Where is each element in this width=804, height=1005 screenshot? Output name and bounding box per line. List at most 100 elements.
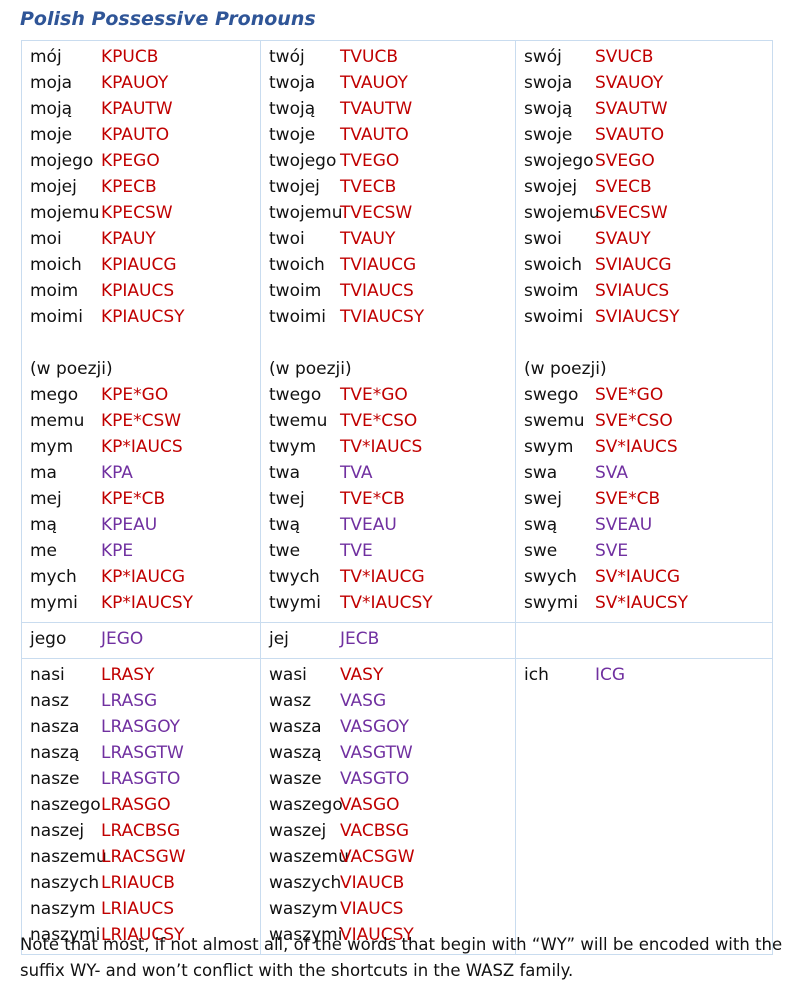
pronoun-word: waszych xyxy=(269,873,342,893)
list-item: nasze LRASGTO xyxy=(30,766,260,792)
steno-code: SVE xyxy=(595,541,629,561)
list-item: nasi LRASY xyxy=(30,662,260,688)
pronoun-word: twojego xyxy=(269,151,337,171)
steno-code: KPE*GO xyxy=(101,385,169,405)
steno-code: SVECB xyxy=(595,177,652,197)
steno-code: KP*IAUCS xyxy=(101,437,183,457)
steno-code: TVAUY xyxy=(340,229,396,249)
list-item: swoje SVAUTO xyxy=(524,122,772,148)
steno-code: SVECSW xyxy=(595,203,668,223)
steno-code: SV*IAUCSY xyxy=(595,593,689,613)
steno-code: KPA xyxy=(101,463,133,483)
list-item: swe SVE xyxy=(524,538,772,564)
steno-code: TVEGO xyxy=(340,151,400,171)
steno-code: TVEAU xyxy=(340,515,397,535)
list-item: swymi SV*IAUCSY xyxy=(524,590,772,616)
steno-code: TVAUTO xyxy=(340,125,409,145)
list-item: waszej VACBSG xyxy=(269,818,515,844)
list-item: swoi SVAUY xyxy=(524,226,772,252)
steno-code: ICG xyxy=(595,665,626,685)
list-item: twym TV*IAUCS xyxy=(269,434,515,460)
steno-code: KPEAU xyxy=(101,515,158,535)
list-item: mym KP*IAUCS xyxy=(30,434,260,460)
pronoun-word: swą xyxy=(524,515,558,535)
pronoun-word: jej xyxy=(269,629,289,649)
section-label: (w poezji) xyxy=(30,359,113,379)
pronoun-word: mej xyxy=(30,489,62,509)
steno-code: LRIAUCS xyxy=(101,899,175,919)
steno-code: KPE*CSW xyxy=(101,411,182,431)
steno-code: JEGO xyxy=(101,629,144,649)
pronoun-word: naszym xyxy=(30,899,96,919)
list-item: swa SVA xyxy=(524,460,772,486)
list-item: moja KPAUOY xyxy=(30,70,260,96)
steno-code: SVEGO xyxy=(595,151,655,171)
pronoun-word: mego xyxy=(30,385,79,405)
list-item: twego TVE*GO xyxy=(269,382,515,408)
steno-code: VASGOY xyxy=(340,717,409,737)
pronoun-word: swa xyxy=(524,463,558,483)
list-item: wasz VASG xyxy=(269,688,515,714)
list-item: mego KPE*GO xyxy=(30,382,260,408)
pronoun-word: wasze xyxy=(269,769,322,789)
list-item: naszemuLRACSGW xyxy=(30,844,260,870)
steno-code: KPAUTW xyxy=(101,99,173,119)
steno-code: KPE xyxy=(101,541,134,561)
pronoun-word: waszym xyxy=(269,899,338,919)
pronoun-word: twoim xyxy=(269,281,322,301)
pronoun-word: memu xyxy=(30,411,85,431)
steno-code: VASGTO xyxy=(340,769,410,789)
pronoun-word: twe xyxy=(269,541,301,561)
pronoun-word: swoja xyxy=(524,73,573,93)
steno-code: SVUCB xyxy=(595,47,654,67)
list-item: me KPE xyxy=(30,538,260,564)
list-item: twa TVA xyxy=(269,460,515,486)
pronoun-word: twa xyxy=(269,463,300,483)
steno-code: JECB xyxy=(340,629,380,649)
pronoun-table: mój KPUCB moja KPAUOY moją KPAUTW moje KPAUTO mo… xyxy=(21,40,773,955)
pronoun-word: moja xyxy=(30,73,73,93)
pronoun-word: ma xyxy=(30,463,57,483)
pronoun-word: twymi xyxy=(269,593,321,613)
steno-code: TVE*CB xyxy=(340,489,405,509)
steno-code: VASY xyxy=(340,665,384,685)
pronoun-word: swojego xyxy=(524,151,594,171)
steno-code: TVAUTW xyxy=(340,99,413,119)
steno-code: KPAUTO xyxy=(101,125,170,145)
pronoun-word: swym xyxy=(524,437,574,457)
list-item: nasza LRASGOY xyxy=(30,714,260,740)
pronoun-word: twój xyxy=(269,47,305,67)
page-title: Polish Possessive Pronouns xyxy=(20,8,316,30)
list-item: twych TV*IAUCG xyxy=(269,564,515,590)
pronoun-word: swoimi xyxy=(524,307,584,327)
pronoun-word: swej xyxy=(524,489,562,509)
steno-code: SVE*CB xyxy=(595,489,661,509)
pronoun-word: mojemu xyxy=(30,203,100,223)
table-row-plural: nasi LRASY nasz LRASG nasza LRASGOY naszą LRASG… xyxy=(21,658,773,955)
pronoun-word: waszej xyxy=(269,821,327,841)
cell-twoj: twój TVUCB twoja TVAUOY twoją TVAUTW twoje TVAU… xyxy=(260,40,516,623)
list-item: twe TVE xyxy=(269,538,515,564)
steno-code: SVIAUCG xyxy=(595,255,672,275)
cell-swoj: swój SVUCB swoja SVAUOY swoją SVAUTW swoje SVAU… xyxy=(515,40,773,623)
list-item: waszychVIAUCB xyxy=(269,870,515,896)
list-item: twoja TVAUOY xyxy=(269,70,515,96)
cell-empty xyxy=(515,622,773,659)
steno-code: KPECSW xyxy=(101,203,173,223)
pronoun-word: twemu xyxy=(269,411,328,431)
steno-code: TVUCB xyxy=(340,47,398,67)
steno-code: SVIAUCS xyxy=(595,281,670,301)
pronoun-word: waszą xyxy=(269,743,322,763)
steno-code: LRIAUCB xyxy=(101,873,175,893)
section-label: (w poezji) xyxy=(524,359,607,379)
list-item: naszej LRACBSG xyxy=(30,818,260,844)
list-item: twojego TVEGO xyxy=(269,148,515,174)
pronoun-word: naszych xyxy=(30,873,100,893)
steno-code: TVE*GO xyxy=(340,385,408,405)
list-item: mojego KPEGO xyxy=(30,148,260,174)
steno-code: KP*IAUCG xyxy=(101,567,186,587)
list-item: twoimi TVIAUCSY xyxy=(269,304,515,330)
steno-code: SVE*CSO xyxy=(595,411,673,431)
pronoun-word: moją xyxy=(30,99,73,119)
